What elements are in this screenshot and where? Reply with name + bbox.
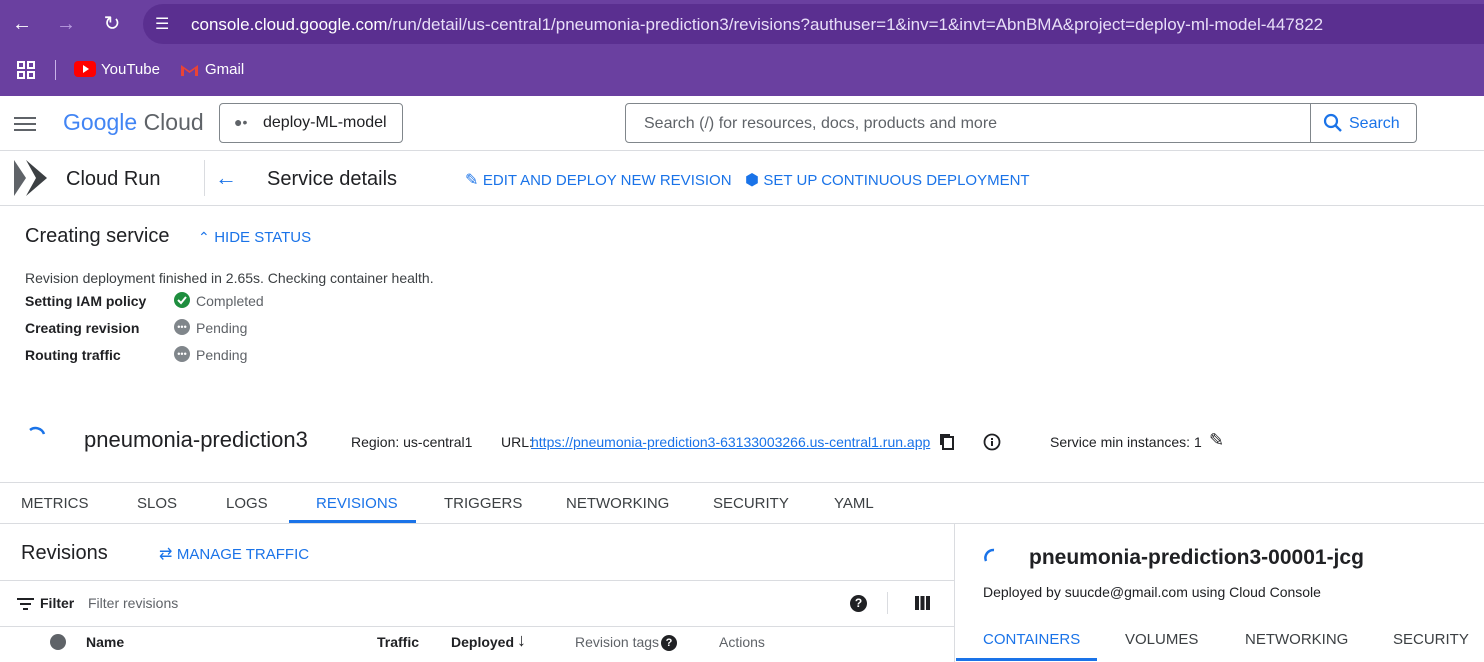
search-icon: [1323, 113, 1342, 132]
step-state: Pending: [196, 320, 248, 336]
reload-icon[interactable]: ↻: [98, 10, 126, 38]
edit-deploy-label: EDIT AND DEPLOY NEW REVISION: [482, 172, 732, 189]
edit-deploy-button[interactable]: ✎ EDIT AND DEPLOY NEW REVISION: [465, 170, 732, 190]
edit-min-instances-icon[interactable]: ✎: [1209, 430, 1224, 451]
loading-spinner-icon: [29, 426, 46, 435]
search-button-label: Search: [1349, 115, 1400, 132]
service-url-label: URL:: [501, 434, 533, 450]
project-name: deploy-ML-model: [263, 114, 387, 131]
revision-name: pneumonia-prediction3-00001-jcg: [1029, 546, 1364, 569]
check-circle-icon: [174, 292, 190, 308]
bookmark-divider: [55, 60, 56, 80]
tab-revisions[interactable]: REVISIONS: [316, 495, 398, 512]
tab-networking[interactable]: NETWORKING: [566, 495, 669, 512]
column-traffic[interactable]: Traffic: [377, 634, 419, 650]
project-picker-button[interactable]: ●• deploy-ML-model: [219, 103, 403, 143]
column-actions: Actions: [719, 634, 765, 650]
step-state: Pending: [196, 347, 248, 363]
tab-slos[interactable]: SLOS: [137, 495, 177, 512]
back-arrow-icon[interactable]: ←: [215, 165, 237, 191]
pencil-icon: ✎: [465, 172, 479, 189]
filter-label: Filter: [40, 595, 75, 611]
tab-logs[interactable]: LOGS: [226, 495, 268, 512]
column-name[interactable]: Name: [86, 634, 124, 650]
detail-active-tab-indicator: [956, 658, 1097, 661]
menu-icon[interactable]: [14, 116, 36, 132]
status-message: Revision deployment finished in 2.65s. C…: [25, 270, 434, 286]
deployed-by: Deployed by suucde@gmail.com using Cloud…: [983, 584, 1321, 600]
column-revision-tags[interactable]: Revision tags: [575, 634, 659, 650]
cube-icon: ⬢: [745, 172, 759, 189]
tab-metrics[interactable]: METRICS: [21, 495, 89, 512]
filter-icon[interactable]: [17, 597, 34, 611]
column-display-icon[interactable]: [915, 596, 930, 610]
product-name: Cloud Run: [66, 168, 161, 190]
step-label: Routing traffic: [25, 347, 121, 363]
search-input[interactable]: Search (/) for resources, docs, products…: [625, 103, 1417, 143]
page-title: Service details: [267, 168, 398, 190]
service-name: pneumonia-prediction3: [84, 427, 308, 452]
search-button[interactable]: Search: [1310, 104, 1416, 142]
service-header: Cloud Run ← Service details ✎ EDIT AND D…: [0, 151, 1484, 206]
manage-traffic-button[interactable]: ⇄ MANAGE TRAFFIC: [159, 544, 309, 564]
forward-icon[interactable]: →: [52, 10, 80, 38]
revisions-title: Revisions: [21, 542, 108, 564]
search-placeholder: Search (/) for resources, docs, products…: [644, 115, 998, 132]
address-bar[interactable]: ☰ console.cloud.google.com/run/detail/us…: [143, 4, 1484, 44]
hide-status-button[interactable]: ⌃ HIDE STATUS: [198, 229, 311, 247]
detail-tab-containers[interactable]: CONTAINERS: [983, 631, 1080, 648]
copy-icon[interactable]: [939, 433, 955, 451]
tab-security[interactable]: SECURITY: [713, 495, 789, 512]
chevron-up-icon: ⌃: [198, 229, 210, 245]
status-title: Creating service: [25, 225, 170, 247]
status-step: Creating revision: [25, 320, 139, 336]
bookmark-youtube[interactable]: YouTube: [101, 61, 160, 78]
continuous-deployment-label: SET UP CONTINUOUS DEPLOYMENT: [763, 172, 1030, 189]
browser-toolbar: ← → ↻ ☰ console.cloud.google.com/run/det…: [0, 0, 1484, 96]
cloud-run-logo-icon: [14, 160, 47, 196]
step-label: Setting IAM policy: [25, 293, 147, 309]
status-step: Setting IAM policy: [25, 293, 146, 309]
url-path: /run/detail/us-central1/pneumonia-predic…: [387, 15, 1324, 34]
apps-grid-icon[interactable]: [17, 61, 35, 79]
step-label: Creating revision: [25, 320, 140, 336]
loading-spinner-icon: [984, 548, 995, 562]
console-header: Google Cloud ●• deploy-ML-model Search (…: [0, 96, 1484, 151]
detail-tab-volumes[interactable]: VOLUMES: [1125, 631, 1198, 648]
status-step: Routing traffic: [25, 347, 121, 363]
brand-google: Google: [63, 109, 138, 135]
status-column-icon: [50, 634, 66, 650]
help-icon[interactable]: ?: [850, 595, 867, 612]
google-cloud-logo[interactable]: Google Cloud: [63, 109, 204, 136]
url-host: console.cloud.google.com: [191, 15, 388, 34]
continuous-deployment-button[interactable]: ⬢ SET UP CONTINUOUS DEPLOYMENT: [745, 170, 1030, 190]
bookmark-gmail[interactable]: Gmail: [205, 61, 244, 78]
detail-tab-security[interactable]: SECURITY: [1393, 631, 1469, 648]
min-instances: Service min instances: 1: [1050, 434, 1202, 450]
service-region: Region: us-central1: [351, 434, 473, 450]
hide-status-label: HIDE STATUS: [214, 229, 312, 246]
site-settings-icon[interactable]: ☰: [155, 14, 169, 34]
help-icon[interactable]: ?: [661, 635, 677, 651]
tab-yaml[interactable]: YAML: [834, 495, 874, 512]
filter-input[interactable]: Filter revisions: [88, 595, 178, 611]
back-icon[interactable]: ←: [8, 10, 36, 38]
project-icon: ●•: [234, 114, 248, 130]
pending-icon: •••: [174, 346, 190, 362]
pending-icon: •••: [174, 319, 190, 335]
step-state: Completed: [196, 293, 264, 309]
tab-triggers[interactable]: TRIGGERS: [444, 495, 522, 512]
detail-tab-networking[interactable]: NETWORKING: [1245, 631, 1348, 648]
service-url-link[interactable]: https://pneumonia-prediction3-6313300326…: [531, 434, 930, 450]
youtube-icon: [74, 61, 96, 77]
gmail-icon: [180, 63, 199, 77]
brand-cloud: Cloud: [143, 109, 204, 135]
column-deployed[interactable]: Deployed: [451, 634, 514, 650]
sort-down-icon[interactable]: ↓: [517, 630, 526, 651]
manage-traffic-label: MANAGE TRAFFIC: [176, 546, 310, 563]
info-icon[interactable]: [983, 433, 1001, 451]
swap-icon: ⇄: [159, 546, 173, 563]
